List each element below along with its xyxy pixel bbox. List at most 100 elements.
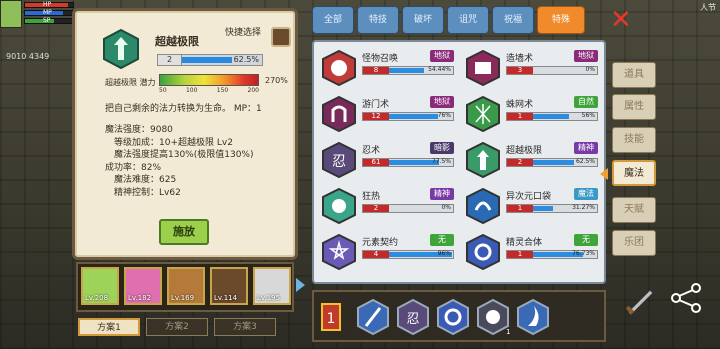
side-tab-items[interactable]: 道具 — [612, 62, 656, 88]
element-badge: 地狱 — [574, 50, 598, 62]
skill-bar: 61 77.5% — [362, 158, 454, 167]
element-badge: 自然 — [574, 96, 598, 108]
potential-tick: 150 — [216, 87, 229, 94]
plan-tab-1[interactable]: 方案1 — [78, 318, 140, 336]
skill-title: 超越极限 — [155, 35, 199, 48]
event-label[interactable]: 人节 — [700, 2, 716, 13]
slot-wing-icon[interactable] — [516, 298, 550, 336]
skill-name: 造墙术 — [506, 54, 534, 64]
member-level: Lv.208 — [85, 294, 109, 302]
skill-fill — [533, 114, 569, 119]
transcend-icon — [466, 142, 500, 178]
skill-cell-pocket[interactable]: 异次元口袋 魔法 1 31.27% — [466, 186, 602, 226]
skill-bar: 3 0% — [506, 66, 598, 75]
skill-name: 狂热 — [362, 192, 381, 202]
skill-cell-spirit[interactable]: 精灵合体 无 1 76.73% — [466, 232, 602, 272]
equipped-skill-bar: 1 忍 17 — [312, 290, 606, 342]
side-tab-magic[interactable]: 魔法 — [612, 160, 656, 186]
skill-level: 2 — [507, 159, 533, 166]
side-tab-skills[interactable]: 技能 — [612, 127, 656, 153]
skill-name: 怪物召唤 — [362, 54, 399, 64]
monster-summon-icon — [322, 50, 356, 86]
skill-level: 1 — [507, 205, 533, 212]
tab-destroy[interactable]: 破坏 — [402, 6, 444, 34]
side-tab-talent[interactable]: 天赋 — [612, 197, 656, 223]
close-icon[interactable]: ✕ — [610, 7, 632, 33]
skill-cell-wall[interactable]: 造墙术 地狱 3 0% — [466, 48, 602, 88]
resource-ticker: 9010 4349 — [6, 52, 50, 61]
party-member[interactable]: Lv.195 — [253, 267, 291, 305]
member-level: Lv.114 — [214, 294, 238, 302]
party-member[interactable]: Lv.169 — [167, 267, 205, 305]
potential-tick: 200 — [247, 87, 259, 94]
skill-cell-web[interactable]: 蛛网术 自然 1 56% — [466, 94, 602, 134]
hotbar-number-icon[interactable]: 1 — [320, 298, 342, 336]
plan-tab-2[interactable]: 方案2 — [146, 318, 208, 336]
skill-cell-pact[interactable]: 元素契约 无 4 96% — [322, 232, 458, 272]
skill-cell-portal[interactable]: 游门术 地狱 12 76% — [322, 94, 458, 134]
skill-bar: 12 76% — [362, 112, 454, 121]
mp-label: MP — [43, 9, 52, 16]
skill-cell-summon[interactable]: 怪物召唤 地狱 8 54.44% — [322, 48, 458, 88]
skill-grid: 怪物召唤 地狱 8 54.44% 造墙术 地狱 3 0% 游门术 地狱 12 76% … — [312, 40, 606, 284]
element-badge: 无 — [430, 234, 454, 246]
slot-count: 17 — [506, 328, 510, 336]
portal-icon — [322, 96, 356, 132]
player-portrait[interactable] — [0, 0, 22, 28]
potential-tick: 50 — [159, 87, 167, 94]
potential-gradient — [159, 74, 259, 86]
pentagram-icon — [322, 234, 356, 270]
sword-icon[interactable] — [620, 280, 660, 320]
skill-name: 游门术 — [362, 100, 390, 110]
skill-description: 把自己剩余的法力转换为生命。 MP：1 — [105, 104, 262, 114]
slot-ring-icon[interactable] — [436, 298, 470, 336]
slot-staff-icon[interactable] — [356, 298, 390, 336]
slot-ninja-icon[interactable]: 忍 — [396, 298, 430, 336]
stat-line: 精神控制：Lv62 — [105, 187, 181, 198]
tab-special-skill[interactable]: 特技 — [357, 6, 399, 34]
skill-cell-transcend[interactable]: 超越极限 精神 2 62.5% — [466, 140, 602, 180]
stat-line: 等级加成：10+超越极限 Lv2 — [105, 137, 233, 148]
skill-level-pct: 62.5% — [233, 55, 259, 64]
tab-bless[interactable]: 祝福 — [492, 6, 534, 34]
skill-fill — [389, 114, 438, 119]
frenzy-icon — [322, 188, 356, 224]
member-level: Lv.169 — [171, 294, 195, 302]
skill-level: 4 — [363, 251, 389, 258]
party-member[interactable]: Lv.208 — [81, 267, 119, 305]
skill-level: 2 — [158, 55, 182, 65]
potential-ticks: 50 100 150 200 — [159, 87, 259, 94]
hp-label: HP — [43, 1, 52, 8]
player-hud: HP MP SP — [0, 0, 80, 38]
potential-label: 超越极限 潜力 — [105, 78, 156, 87]
skill-level: 61 — [363, 159, 389, 166]
skill-cell-frenzy[interactable]: 狂热 精神 2 0% — [322, 186, 458, 226]
transcend-skill-icon — [103, 29, 139, 69]
skill-level-bar: 2 62.5% — [157, 54, 263, 66]
dimension-pocket-icon — [466, 188, 500, 224]
side-tab-band[interactable]: 乐团 — [612, 230, 656, 256]
skill-progress-fill — [182, 57, 232, 63]
quick-select-slot[interactable] — [271, 27, 291, 47]
skill-pct: 96% — [437, 250, 451, 257]
party-scroll-arrow-icon[interactable] — [296, 278, 305, 292]
element-badge: 无 — [574, 234, 598, 246]
element-badge: 地狱 — [430, 50, 454, 62]
tab-all[interactable]: 全部 — [312, 6, 354, 34]
slot-summon-icon[interactable]: 17 — [476, 298, 510, 336]
element-badge: 精神 — [430, 188, 454, 200]
share-icon[interactable] — [666, 278, 706, 318]
side-tab-attributes[interactable]: 属性 — [612, 94, 656, 120]
party-member[interactable]: Lv.114 — [210, 267, 248, 305]
plan-tab-3[interactable]: 方案3 — [214, 318, 276, 336]
skill-cell-ninja[interactable]: 忍 忍术 暗影 61 77.5% — [322, 140, 458, 180]
skill-bar: 1 76.73% — [506, 250, 598, 259]
tab-curse[interactable]: 诅咒 — [447, 6, 489, 34]
cast-button[interactable]: 施放 — [159, 219, 209, 245]
potential-tick: 100 — [185, 87, 198, 94]
party-member[interactable]: Lv.182 — [124, 267, 162, 305]
skill-bar: 8 54.44% — [362, 66, 454, 75]
member-level: Lv.195 — [257, 294, 281, 302]
tab-special[interactable]: 特殊 — [537, 6, 585, 34]
element-badge: 暗影 — [430, 142, 454, 154]
